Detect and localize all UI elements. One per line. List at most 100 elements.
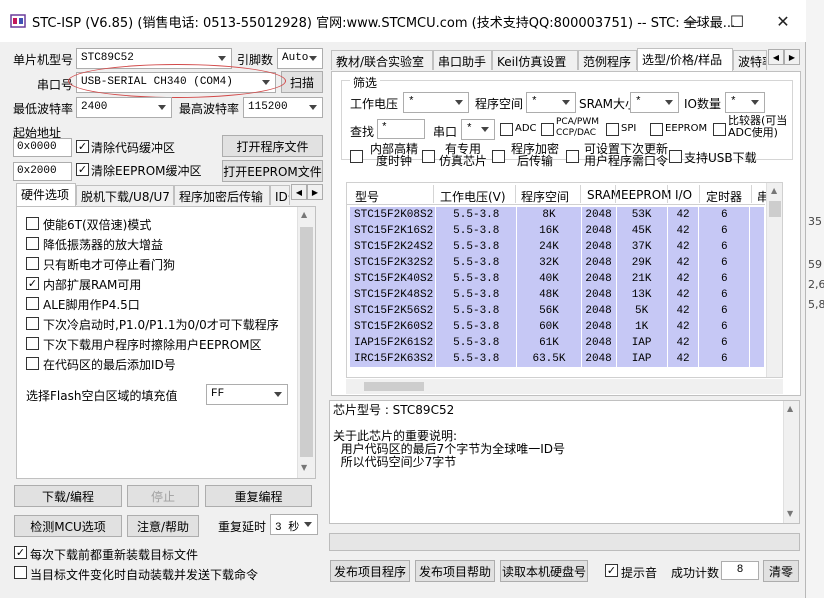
success-count-input[interactable]: 8 <box>721 561 759 580</box>
col-header-io[interactable]: I/O <box>675 188 692 202</box>
repeat-delay-label: 重复延时 <box>218 520 267 534</box>
chip-info-textarea[interactable]: 芯片型号 : STC89C52 关于此芯片的重要说明: 用户代码区的最后7个字节为… <box>329 400 800 524</box>
tab-encrypted-transfer[interactable]: 程序加密后传输 <box>174 185 270 205</box>
uart-select[interactable]: * <box>461 119 495 140</box>
options-scrollbar[interactable]: ▲ ▼ <box>297 207 315 478</box>
scan-button[interactable]: 扫描 <box>281 71 323 93</box>
encrypted-transfer-checkbox[interactable] <box>492 150 505 163</box>
col-header-program-space[interactable]: 程序空间 <box>521 188 569 205</box>
scroll-up-icon[interactable]: ▲ <box>301 210 307 219</box>
table-row[interactable]: STC15F2K40S2 5.5-3.8 40K 2048 21K 42 6 <box>350 271 765 287</box>
tab-id-number[interactable]: ID号 <box>270 185 290 205</box>
tab-scroll-left-icon-2[interactable]: ◀ <box>768 49 784 65</box>
code-start-address-input[interactable]: 0x0000 <box>13 138 72 157</box>
adc-label: ADC <box>515 123 537 134</box>
spi-checkbox[interactable] <box>606 123 619 136</box>
col-header-timer[interactable]: 定时器 <box>706 188 742 205</box>
search-input[interactable]: * <box>377 119 425 139</box>
tab-serial-assistant[interactable]: 串口助手 <box>433 50 492 70</box>
tab-scroll-left-icon[interactable]: ◀ <box>291 184 307 200</box>
col-header-model[interactable]: 型号 <box>355 188 379 205</box>
notes-help-button[interactable]: 注意/帮助 <box>127 515 199 537</box>
tool-tab-bar: 教材/联合实验室 串口助手 Keil仿真设置 范例程序 选型/价格/样品 波特率… <box>331 48 801 71</box>
option-checkbox[interactable] <box>26 337 39 350</box>
auto-download-checkbox[interactable] <box>14 566 27 579</box>
grid-hscroll-thumb[interactable] <box>364 382 424 391</box>
usb-download-checkbox[interactable] <box>669 150 682 163</box>
tab-hardware-options[interactable]: 硬件选项 <box>16 183 76 206</box>
tab-keil-emulation[interactable]: Keil仿真设置 <box>492 50 578 70</box>
info-scroll-down-icon[interactable]: ▼ <box>787 509 793 518</box>
adc-checkbox[interactable] <box>500 123 513 136</box>
col-header-eeprom[interactable]: EEPROM <box>621 188 672 202</box>
option-checkbox[interactable] <box>26 357 39 370</box>
io-count-select[interactable]: * <box>725 92 765 113</box>
table-row[interactable]: STC15F2K48S2 5.5-3.8 48K 2048 13K 42 6 <box>350 287 765 303</box>
option-checkbox[interactable] <box>26 217 39 230</box>
table-row[interactable]: STC15F2K56S2 5.5-3.8 56K 2048 5K 42 6 <box>350 303 765 319</box>
minimize-icon[interactable]: — <box>668 0 714 42</box>
maximize-icon[interactable]: ☐ <box>714 0 760 42</box>
repeat-program-button[interactable]: 重复编程 <box>205 485 312 507</box>
sram-size-select[interactable]: * <box>630 92 679 113</box>
table-cell: 24K <box>516 239 582 255</box>
max-baud-select[interactable]: 115200 <box>243 97 323 118</box>
info-scroll-up-icon[interactable]: ▲ <box>787 404 793 413</box>
open-eeprom-button[interactable]: 打开EEPROM文件 <box>222 160 323 182</box>
comparator-checkbox[interactable] <box>713 123 726 136</box>
tab-textbook-lab[interactable]: 教材/联合实验室 <box>331 50 433 70</box>
emulation-chip-checkbox[interactable] <box>422 150 435 163</box>
table-row[interactable]: STC15F2K16S2 5.5-3.8 16K 2048 45K 42 6 <box>350 223 765 239</box>
sound-checkbox[interactable]: ✓ <box>605 564 618 577</box>
tab-sample-programs[interactable]: 范例程序 <box>578 50 637 70</box>
col-header-voltage[interactable]: 工作电压(V) <box>440 188 506 205</box>
table-cell: STC15F2K60S2 <box>350 319 437 335</box>
tab-selection-price[interactable]: 选型/价格/样品 <box>637 48 733 71</box>
eeprom-start-address-input[interactable]: 0x2000 <box>13 162 72 181</box>
option-checkbox[interactable]: ✓ <box>26 277 39 290</box>
option-checkbox[interactable] <box>26 257 39 270</box>
table-row[interactable]: STC15F2K24S2 5.5-3.8 24K 2048 37K 42 6 <box>350 239 765 255</box>
program-space-select[interactable]: * <box>526 92 576 113</box>
grid-horizontal-scrollbar[interactable] <box>346 379 783 394</box>
tab-scroll-right-icon[interactable]: ▶ <box>307 184 323 200</box>
scroll-thumb[interactable] <box>300 227 313 457</box>
clear-eeprom-checkbox[interactable]: ✓ <box>76 163 89 176</box>
internal-clock-checkbox[interactable] <box>350 150 363 163</box>
grid-scroll-up-icon[interactable]: ▲ <box>771 186 777 195</box>
table-row[interactable]: STC15F2K60S2 5.5-3.8 60K 2048 1K 42 6 <box>350 319 765 335</box>
publish-help-button[interactable]: 发布项目帮助 <box>415 560 495 582</box>
min-baud-select[interactable]: 2400 <box>76 97 172 118</box>
table-row[interactable]: STC15F2K08S2 5.5-3.8 8K 2048 53K 42 6 <box>350 207 765 223</box>
clear-count-button[interactable]: 清零 <box>763 560 799 582</box>
pca-pwm-checkbox[interactable] <box>541 123 554 136</box>
tab-scroll-right-icon-2[interactable]: ▶ <box>784 49 800 65</box>
grid-scrollbar[interactable]: ▲ <box>766 183 782 377</box>
eeprom-checkbox[interactable] <box>650 123 663 136</box>
table-row[interactable]: IRC15F2K63S2 5.5-3.8 63.5K 2048 IAP 42 6 <box>350 351 765 367</box>
voltage-select[interactable]: * <box>403 92 469 113</box>
option-checkbox[interactable] <box>26 317 39 330</box>
tab-baud-rate[interactable]: 波特率 <box>733 50 767 70</box>
close-icon[interactable]: ✕ <box>760 0 806 42</box>
tab-offline-download[interactable]: 脱机下载/U8/U7 <box>76 185 174 205</box>
open-program-button[interactable]: 打开程序文件 <box>222 135 323 157</box>
detect-mcu-options-button[interactable]: 检测MCU选项 <box>14 515 122 537</box>
grid-scroll-thumb[interactable] <box>769 201 781 217</box>
clear-code-checkbox[interactable]: ✓ <box>76 140 89 153</box>
option-checkbox[interactable] <box>26 237 39 250</box>
table-row[interactable]: STC15F2K32S2 5.5-3.8 32K 2048 29K 42 6 <box>350 255 765 271</box>
stop-button[interactable]: 停止 <box>127 485 199 507</box>
read-disk-id-button[interactable]: 读取本机硬盘号 <box>500 560 588 582</box>
table-row[interactable]: IAP15F2K61S2 5.5-3.8 61K 2048 IAP 42 6 <box>350 335 765 351</box>
flash-fill-select[interactable]: FF <box>206 384 288 405</box>
download-program-button[interactable]: 下载/编程 <box>14 485 122 507</box>
pin-count-select[interactable]: Auto <box>277 48 323 69</box>
repeat-delay-select[interactable]: 3 秒 <box>270 514 318 535</box>
publish-program-button[interactable]: 发布项目程序 <box>330 560 410 582</box>
scroll-down-icon[interactable]: ▼ <box>301 463 307 472</box>
reload-before-download-checkbox[interactable]: ✓ <box>14 546 27 559</box>
option-checkbox[interactable] <box>26 297 39 310</box>
info-scrollbar[interactable]: ▲ ▼ <box>783 401 799 523</box>
update-password-checkbox[interactable] <box>566 150 579 163</box>
